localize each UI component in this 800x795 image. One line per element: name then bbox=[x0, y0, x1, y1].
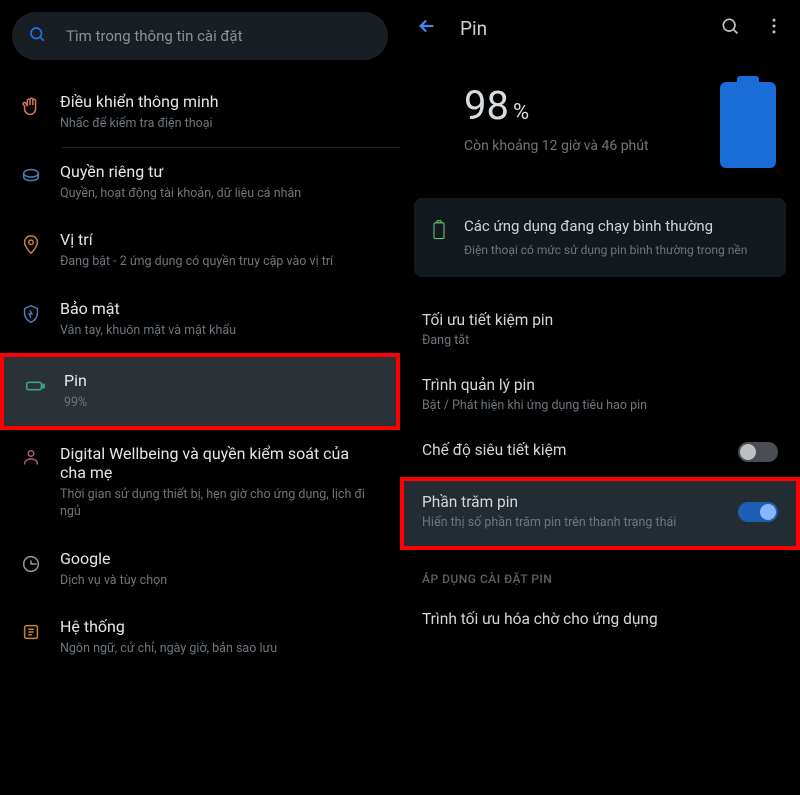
search-button[interactable] bbox=[712, 8, 748, 48]
apps-running-card[interactable]: Các ứng dụng đang chạy bình thường Điện … bbox=[414, 198, 786, 277]
item-sub: Đang bật - 2 ứng dụng có quyền truy cập … bbox=[60, 253, 376, 271]
battery-options-list: Tối ưu tiết kiệm pin Đang tắt Trình quản… bbox=[400, 299, 800, 646]
item-title: Chế độ siêu tiết kiệm bbox=[422, 441, 738, 459]
percent-sign: % bbox=[513, 100, 529, 125]
item-sub: Hiển thị số phần trăm pin trên thanh trạ… bbox=[422, 515, 738, 532]
google-icon bbox=[20, 549, 60, 575]
item-battery-percentage[interactable]: Phần trăm pin Hiển thị số phần trăm pin … bbox=[400, 477, 800, 550]
item-smart-control[interactable]: Điều khiển thông minh Nhấc để kiểm tra đ… bbox=[0, 78, 400, 147]
item-sub: Quyền, hoạt động tài khoản, dữ liệu cá n… bbox=[60, 185, 376, 203]
item-system[interactable]: Hệ thống Ngôn ngữ, cử chỉ, ngày giờ, bản… bbox=[0, 603, 400, 672]
item-battery-manager[interactable]: Trình quản lý pin Bật / Phát hiện khi ứn… bbox=[400, 364, 800, 429]
settings-screen: Tìm trong thông tin cài đặt Điều khiển t… bbox=[0, 0, 400, 795]
wellbeing-icon bbox=[20, 444, 60, 470]
item-wellbeing[interactable]: Digital Wellbeing và quyền kiểm soát của… bbox=[0, 430, 400, 535]
item-title: Hệ thống bbox=[60, 617, 376, 636]
item-sub: Dịch vụ và tùy chọn bbox=[60, 572, 376, 590]
item-app-standby[interactable]: Trình tối ưu hóa chờ cho ứng dụng bbox=[400, 598, 800, 646]
item-security[interactable]: Bảo mật Vân tay, khuôn mặt và mật khẩu bbox=[0, 285, 400, 354]
search-icon bbox=[28, 25, 46, 47]
battery-percentage: 98% bbox=[464, 82, 720, 129]
section-label: ÁP DỤNG CÀI ĐẶT PIN bbox=[400, 550, 800, 598]
item-title: Trình tối ưu hóa chờ cho ứng dụng bbox=[422, 610, 778, 628]
battery-outline-icon bbox=[430, 216, 464, 244]
battery-screen: Pin 98% Còn khoảng 12 giờ và 46 phút Các… bbox=[400, 0, 800, 795]
battery-value: 98 bbox=[464, 82, 509, 129]
shield-icon bbox=[20, 299, 60, 325]
item-super-saver[interactable]: Chế độ siêu tiết kiệm bbox=[400, 429, 800, 477]
card-title: Các ứng dụng đang chạy bình thường bbox=[464, 216, 770, 236]
item-title: Phần trăm pin bbox=[422, 493, 738, 511]
item-title: Vị trí bbox=[60, 230, 376, 249]
item-title: Digital Wellbeing và quyền kiểm soát của… bbox=[60, 444, 376, 482]
item-title: Google bbox=[60, 549, 376, 568]
search-placeholder: Tìm trong thông tin cài đặt bbox=[66, 27, 242, 45]
system-icon bbox=[20, 617, 60, 643]
item-sub: Thời gian sử dụng thiết bị, hẹn giờ cho … bbox=[60, 486, 376, 521]
more-button[interactable] bbox=[756, 8, 792, 48]
item-privacy[interactable]: Quyền riêng tư Quyền, hoạt động tài khoả… bbox=[0, 148, 400, 217]
location-icon bbox=[20, 230, 60, 256]
settings-list: Điều khiển thông minh Nhấc để kiểm tra đ… bbox=[0, 78, 400, 672]
card-sub: Điện thoại có mức sử dụng pin bình thườn… bbox=[464, 242, 770, 259]
item-location[interactable]: Vị trí Đang bật - 2 ứng dụng có quyền tr… bbox=[0, 216, 400, 285]
battery-remaining: Còn khoảng 12 giờ và 46 phút bbox=[464, 137, 720, 157]
battery-hero: 98% Còn khoảng 12 giờ và 46 phút bbox=[400, 56, 800, 198]
battery-shape-icon bbox=[720, 82, 776, 168]
item-sub: Nhấc để kiểm tra điện thoại bbox=[60, 115, 376, 133]
item-sub: Đang tắt bbox=[422, 333, 778, 350]
battery-percentage-toggle[interactable] bbox=[738, 502, 778, 522]
battery-icon bbox=[24, 371, 64, 397]
item-sub: Bật / Phát hiện khi ứng dụng tiêu hao pi… bbox=[422, 398, 778, 415]
item-battery-saver[interactable]: Tối ưu tiết kiệm pin Đang tắt bbox=[400, 299, 800, 364]
item-sub: Vân tay, khuôn mặt và mật khẩu bbox=[60, 322, 376, 340]
item-title: Bảo mật bbox=[60, 299, 376, 318]
topbar: Pin bbox=[400, 0, 800, 56]
item-sub: Ngôn ngữ, cử chỉ, ngày giờ, bản sao lưu bbox=[60, 640, 376, 658]
item-title: Quyền riêng tư bbox=[60, 162, 376, 181]
privacy-icon bbox=[20, 162, 60, 188]
super-saver-toggle[interactable] bbox=[738, 442, 778, 462]
item-google[interactable]: Google Dịch vụ và tùy chọn bbox=[0, 535, 400, 604]
item-title: Tối ưu tiết kiệm pin bbox=[422, 311, 778, 329]
hand-icon bbox=[20, 92, 60, 118]
item-battery[interactable]: Pin 99% bbox=[0, 353, 400, 430]
page-title: Pin bbox=[460, 17, 712, 40]
item-sub: 99% bbox=[64, 394, 372, 412]
search-bar[interactable]: Tìm trong thông tin cài đặt bbox=[12, 12, 388, 60]
item-title: Pin bbox=[64, 371, 372, 390]
back-button[interactable] bbox=[408, 7, 446, 49]
item-title: Trình quản lý pin bbox=[422, 376, 778, 394]
item-title: Điều khiển thông minh bbox=[60, 92, 376, 111]
